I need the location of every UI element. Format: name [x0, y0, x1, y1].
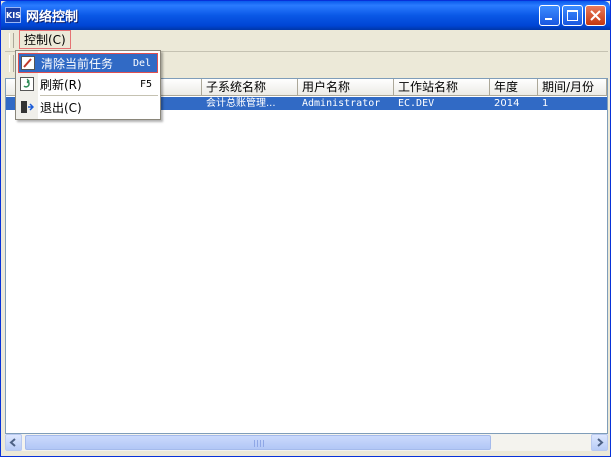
- network-control-window: KIS 网络控制 控制(C) 子系统名称 用户名称 工作站名称 年度 期间/月份…: [0, 0, 611, 457]
- horizontal-scrollbar[interactable]: [5, 434, 608, 451]
- scroll-thumb[interactable]: [25, 435, 491, 450]
- toolbar-grip[interactable]: [9, 55, 14, 72]
- menu-control[interactable]: 控制(C): [19, 30, 71, 49]
- title-bar[interactable]: KIS 网络控制: [1, 1, 610, 30]
- minimize-icon: [545, 18, 552, 20]
- column-header-subsystem[interactable]: 子系统名称: [202, 79, 298, 96]
- menu-separator: [40, 95, 158, 96]
- maximize-button[interactable]: [562, 5, 583, 26]
- scroll-right-button[interactable]: [591, 434, 608, 451]
- session-list[interactable]: 子系统名称 用户名称 工作站名称 年度 期间/月份 会计总账管理... Admi…: [5, 78, 608, 434]
- control-menu-dropdown: 清除当前任务 Del 刷新(R) F5 退出(C): [15, 50, 161, 120]
- menu-item-label: 清除当前任务: [41, 57, 114, 71]
- scroll-right-icon: [597, 438, 604, 447]
- menu-bar: 控制(C): [5, 30, 608, 52]
- menu-item-shortcut: Del: [132, 58, 151, 69]
- cell-workstation: EC.DEV: [398, 98, 435, 109]
- exit-icon: [21, 101, 34, 113]
- menu-item-exit[interactable]: 退出(C): [18, 98, 158, 118]
- thumb-grip: [254, 440, 264, 447]
- minimize-button[interactable]: [539, 5, 560, 26]
- menu-item-label: 刷新(R): [40, 78, 82, 92]
- column-header-user[interactable]: 用户名称: [298, 79, 394, 96]
- eraser-icon: [21, 56, 35, 70]
- menu-item-refresh[interactable]: 刷新(R) F5: [18, 75, 158, 95]
- column-header-workstation[interactable]: 工作站名称: [394, 79, 490, 96]
- column-header-period[interactable]: 期间/月份: [538, 79, 607, 96]
- close-icon: [590, 10, 601, 21]
- menubar-grip[interactable]: [9, 33, 14, 48]
- app-logo-icon[interactable]: KIS: [5, 7, 21, 23]
- menu-item-shortcut: F5: [139, 79, 152, 90]
- cell-year: 2014: [494, 98, 520, 109]
- refresh-icon: [20, 77, 34, 91]
- menu-item-clear-task[interactable]: 清除当前任务 Del: [18, 53, 158, 73]
- cell-user: Administrator: [302, 98, 381, 109]
- scroll-left-icon: [9, 438, 16, 447]
- scroll-left-button[interactable]: [5, 434, 22, 451]
- window-title: 网络控制: [26, 10, 79, 25]
- cell-subsystem: 会计总账管理...: [206, 98, 276, 109]
- column-header-year[interactable]: 年度: [490, 79, 538, 96]
- menu-item-label: 退出(C): [40, 101, 82, 115]
- cell-period: 1: [542, 98, 549, 109]
- maximize-icon: [567, 10, 578, 21]
- close-button[interactable]: [585, 5, 606, 26]
